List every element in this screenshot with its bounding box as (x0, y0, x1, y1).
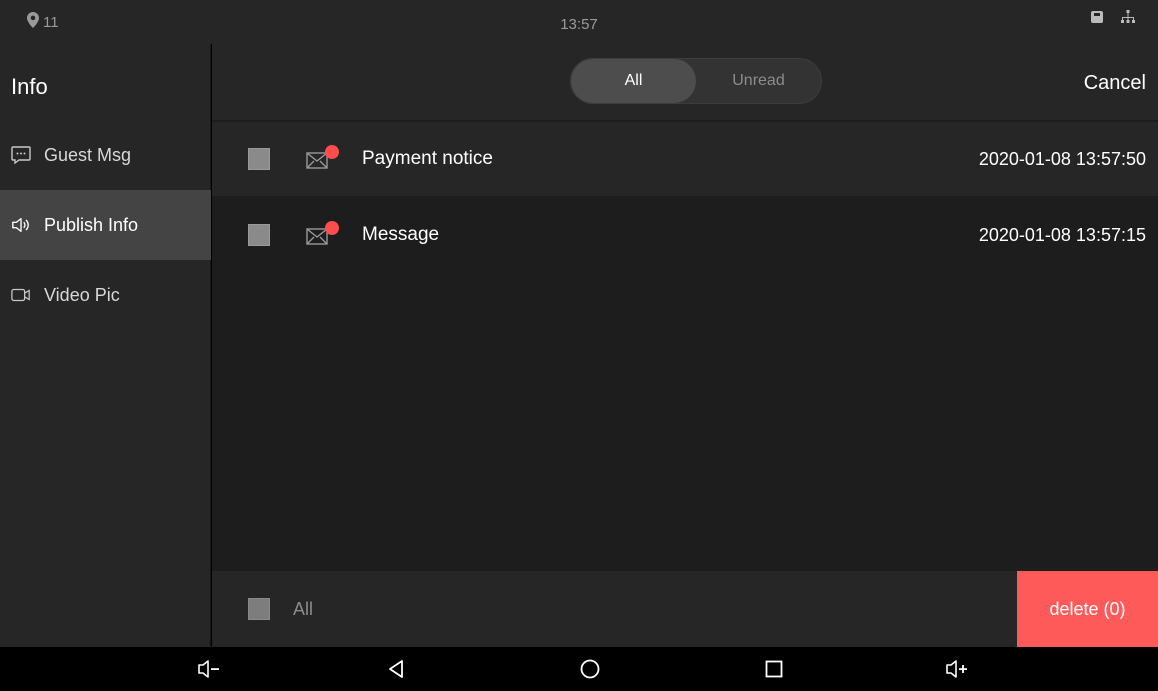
message-title: Message (362, 224, 440, 245)
delete-button[interactable]: delete (0) (1017, 571, 1158, 647)
page-title: Info (11, 74, 48, 99)
recent-apps-icon[interactable] (760, 655, 788, 683)
message-timestamp: 2020-01-08 13:57:50 (978, 148, 1146, 169)
filter-all-tab[interactable]: All (571, 59, 696, 103)
navigation-bar (0, 647, 1158, 691)
speaker-icon (11, 215, 31, 235)
header-bar: All Unread Cancel (212, 44, 1158, 120)
row-checkbox[interactable] (248, 148, 270, 170)
sidebar-item-guest-msg[interactable]: Guest Msg (0, 120, 211, 190)
home-icon[interactable] (576, 655, 604, 683)
volume-down-icon[interactable] (195, 655, 223, 683)
sidebar: Info Guest Msg Publish Info Video Pic (0, 44, 211, 647)
list-item[interactable]: Payment notice 2020-01-08 13:57:50 (212, 122, 1158, 196)
chat-bubble-icon (11, 145, 31, 165)
message-title: Payment notice (362, 148, 493, 169)
select-all-label: All (293, 599, 314, 619)
sidebar-item-label: Publish Info (44, 214, 139, 235)
main-panel: All Unread Cancel Payment notice 2020-01… (212, 44, 1158, 647)
select-all-checkbox[interactable] (248, 598, 270, 620)
unread-mail-icon (305, 144, 341, 174)
message-timestamp: 2020-01-08 13:57:15 (978, 224, 1146, 245)
row-checkbox[interactable] (248, 224, 270, 246)
sidebar-item-publish-info[interactable]: Publish Info (0, 190, 211, 260)
filter-unread-tab[interactable]: Unread (696, 59, 821, 103)
list-item[interactable]: Message 2020-01-08 13:57:15 (212, 198, 1158, 272)
sidebar-item-video-pic[interactable]: Video Pic (0, 260, 211, 330)
filter-segmented-control: All Unread (570, 58, 822, 104)
network-icon (1120, 10, 1136, 29)
video-camera-icon (11, 285, 31, 305)
volume-up-icon[interactable] (943, 655, 971, 683)
cancel-button[interactable]: Cancel (1084, 72, 1146, 95)
sidebar-item-label: Video Pic (44, 284, 120, 305)
status-bar: 11 13:57 (0, 0, 1158, 44)
clock: 13:57 (560, 16, 598, 33)
back-icon[interactable] (382, 655, 410, 683)
unread-mail-icon (305, 220, 341, 250)
action-bar: All delete (0) (212, 571, 1158, 647)
sd-card-icon (1090, 10, 1104, 29)
sidebar-item-label: Guest Msg (44, 144, 132, 165)
